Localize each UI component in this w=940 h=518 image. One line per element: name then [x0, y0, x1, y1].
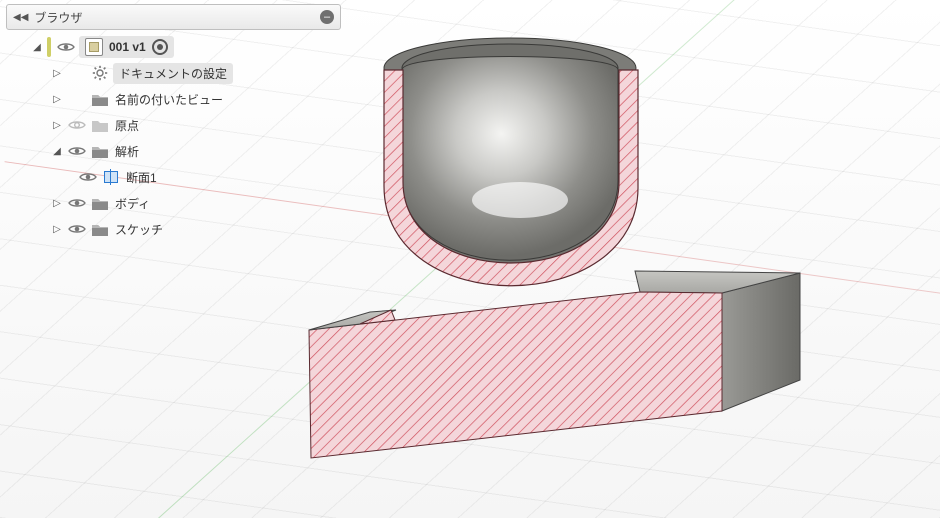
tree-item-label: スケッチ	[113, 220, 165, 239]
disclosure-icon[interactable]: ▷	[50, 94, 64, 105]
visibility-off-icon[interactable]	[67, 115, 87, 135]
disclosure-icon[interactable]: ◢	[30, 42, 44, 53]
visibility-icon[interactable]	[56, 37, 76, 57]
spacer	[67, 89, 87, 109]
tree-item-origin[interactable]: ▷ 原点	[6, 112, 341, 138]
folder-icon	[90, 115, 110, 135]
folder-icon	[90, 219, 110, 239]
root-name-chip[interactable]: 001 v1	[79, 36, 174, 58]
visibility-icon[interactable]	[67, 141, 87, 161]
activate-radio-icon[interactable]	[152, 39, 168, 55]
component-icon	[85, 38, 103, 56]
active-component-bar	[47, 37, 51, 57]
tree-item-analysis[interactable]: ◢ 解析	[6, 138, 341, 164]
disclosure-icon[interactable]: ▷	[50, 68, 64, 79]
tree-item-label: 001 v1	[109, 40, 146, 54]
minimize-panel-icon[interactable]: –	[320, 10, 334, 24]
visibility-icon[interactable]	[67, 219, 87, 239]
browser-tree: ◢ 001 v1 ▷ ドキュメントの設定 ▷	[6, 30, 341, 246]
disclosure-icon[interactable]: ▷	[50, 224, 64, 235]
tree-item-named-views[interactable]: ▷ 名前の付いたビュー	[6, 86, 341, 112]
tree-item-sketches[interactable]: ▷ スケッチ	[6, 216, 341, 242]
disclosure-icon[interactable]: ▷	[50, 120, 64, 131]
collapse-panel-icon[interactable]: ◀◀	[13, 12, 28, 23]
tree-item-label: ドキュメントの設定	[113, 63, 233, 84]
browser-title: ブラウザ	[34, 9, 314, 26]
section-analysis-icon	[101, 167, 121, 187]
disclosure-icon[interactable]: ◢	[50, 146, 64, 157]
tree-item-label: 断面1	[124, 168, 159, 187]
folder-icon	[90, 193, 110, 213]
tree-root[interactable]: ◢ 001 v1	[6, 34, 341, 60]
folder-icon	[90, 141, 110, 161]
tree-item-label: 解析	[113, 142, 141, 161]
browser-panel: ◀◀ ブラウザ – ◢ 001 v1 ▷ ドキュメントの設定	[6, 4, 341, 246]
tree-item-section1[interactable]: 断面1	[6, 164, 341, 190]
folder-icon	[90, 89, 110, 109]
tree-item-label: 原点	[113, 116, 141, 135]
tree-item-label: 名前の付いたビュー	[113, 90, 225, 109]
browser-header[interactable]: ◀◀ ブラウザ –	[6, 4, 341, 30]
tree-item-bodies[interactable]: ▷ ボディ	[6, 190, 341, 216]
tree-item-label: ボディ	[113, 194, 152, 213]
visibility-icon[interactable]	[67, 193, 87, 213]
spacer	[67, 63, 87, 83]
tree-item-document-settings[interactable]: ▷ ドキュメントの設定	[6, 60, 341, 86]
visibility-icon[interactable]	[78, 167, 98, 187]
disclosure-icon[interactable]: ▷	[50, 198, 64, 209]
gear-icon	[90, 63, 110, 83]
